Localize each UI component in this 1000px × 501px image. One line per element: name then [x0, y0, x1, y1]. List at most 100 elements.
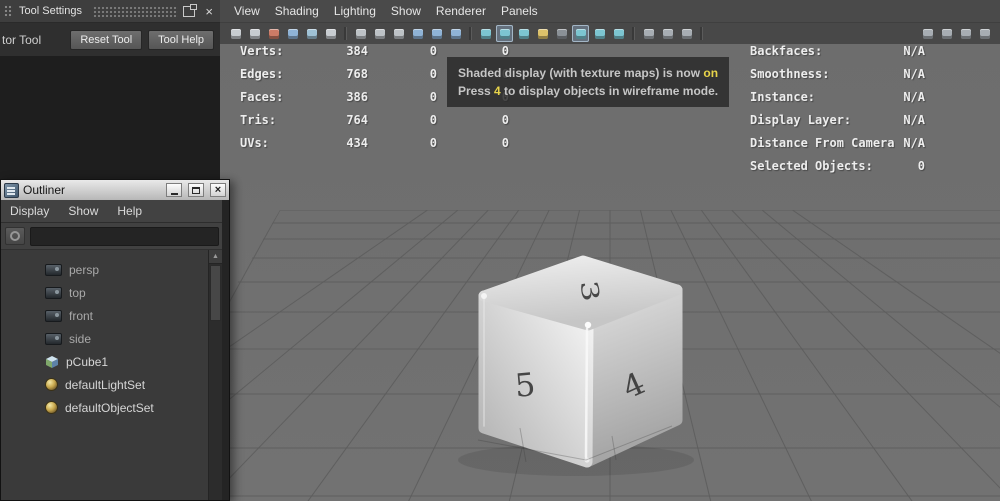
xray-joints-icon-glyph: [663, 29, 673, 39]
poly-cube-icon: [45, 355, 59, 369]
menu-lighting[interactable]: Lighting: [334, 4, 376, 18]
motion-blur-icon[interactable]: [591, 25, 608, 42]
minimize-icon: [171, 193, 178, 195]
screen-space-ao-icon[interactable]: [572, 25, 589, 42]
hud-row-tris: Tris: 764 0 0: [240, 113, 509, 136]
motion-blur-icon-glyph: [595, 29, 605, 39]
bookmark-icon[interactable]: [284, 25, 301, 42]
set-sphere-icon: [45, 401, 58, 414]
outliner-item-defaultobjectset[interactable]: defaultObjectSet: [1, 396, 229, 419]
menu-panels[interactable]: Panels: [501, 4, 538, 18]
use-all-lights-icon[interactable]: [534, 25, 551, 42]
scroll-up-arrow-icon[interactable]: ▲: [209, 250, 222, 264]
outliner-search-input[interactable]: [30, 227, 219, 246]
menu-display[interactable]: Display: [10, 204, 49, 218]
xray-icon[interactable]: [640, 25, 657, 42]
xray-joints-icon[interactable]: [659, 25, 676, 42]
outliner-item-defaultlightset[interactable]: defaultLightSet: [1, 373, 229, 396]
hud-row-backfaces: Backfaces: N/A: [750, 44, 925, 67]
item-label: defaultLightSet: [65, 378, 145, 392]
grease-pencil-icon[interactable]: [265, 25, 282, 42]
viewport-panel: View Shading Lighting Show Renderer Pane…: [220, 0, 1000, 501]
hud-label: Distance From Camera: [750, 136, 895, 151]
wireframe-mode-icon[interactable]: [477, 25, 494, 42]
outliner-item-top[interactable]: top: [1, 281, 229, 304]
hud-value: 0: [368, 44, 437, 67]
outliner-search-row: [1, 223, 229, 250]
outliner-item-pcube1[interactable]: pCube1: [1, 350, 229, 373]
lock-camera-icon[interactable]: [246, 25, 263, 42]
textured-mode-icon-glyph: [519, 29, 529, 39]
outliner-scrollbar[interactable]: ▲: [208, 250, 222, 500]
close-icon[interactable]: ×: [202, 5, 216, 18]
toolbar-separator: [344, 27, 347, 40]
restore-button[interactable]: [188, 183, 204, 197]
viewport-popout-icon[interactable]: [976, 25, 993, 42]
item-label: pCube1: [66, 355, 108, 369]
menu-shading[interactable]: Shading: [275, 4, 319, 18]
hud-label: Selected Objects:: [750, 159, 873, 174]
filter-icon[interactable]: [5, 227, 25, 245]
outliner-window-edge: [222, 200, 229, 500]
grid-toggle-icon[interactable]: [919, 25, 936, 42]
outliner-item-side[interactable]: side: [1, 327, 229, 350]
field-chart-icon-glyph: [413, 29, 423, 39]
outliner-item-persp[interactable]: persp: [1, 258, 229, 281]
menu-show[interactable]: Show: [68, 204, 98, 218]
film-gate-icon[interactable]: [352, 25, 369, 42]
camera-icon: [45, 333, 62, 345]
textured-mode-icon[interactable]: [515, 25, 532, 42]
poly-cube[interactable]: 3 5 4: [478, 261, 677, 463]
hud-value: 768: [310, 67, 368, 90]
xray-icon-glyph: [644, 29, 654, 39]
outliner-titlebar[interactable]: Outliner ×: [1, 180, 229, 200]
hud-label: Faces:: [240, 90, 310, 113]
menu-show[interactable]: Show: [391, 4, 421, 18]
image-plane-icon[interactable]: [303, 25, 320, 42]
viewport-toolbar: [220, 23, 1000, 45]
panel-grip-icon[interactable]: [93, 6, 178, 17]
hud-toggle-icon-glyph: [942, 29, 952, 39]
safe-title-icon[interactable]: [447, 25, 464, 42]
tool-settings-titlebar[interactable]: Tool Settings ×: [0, 0, 220, 23]
item-label: front: [69, 309, 93, 323]
menu-renderer[interactable]: Renderer: [436, 4, 486, 18]
gate-mask-icon[interactable]: [390, 25, 407, 42]
panel-grip-icon[interactable]: [4, 5, 13, 18]
reset-tool-button[interactable]: Reset Tool: [70, 30, 142, 50]
scrollbar-thumb[interactable]: [210, 265, 221, 321]
select-camera-icon[interactable]: [227, 25, 244, 42]
shaded-mode-icon[interactable]: [496, 25, 513, 42]
multisample-aa-icon[interactable]: [610, 25, 627, 42]
resolution-gate-icon[interactable]: [371, 25, 388, 42]
cube-front-edge-highlight: [586, 329, 587, 457]
hud-label: Edges:: [240, 67, 310, 90]
viewport-menubar: View Shading Lighting Show Renderer Pane…: [220, 0, 1000, 23]
outliner-item-front[interactable]: front: [1, 304, 229, 327]
hud-value: N/A: [903, 67, 925, 82]
tool-settings-header-row: tor Tool Reset Tool Tool Help: [0, 23, 220, 57]
menu-help[interactable]: Help: [117, 204, 142, 218]
menu-view[interactable]: View: [234, 4, 260, 18]
object-details-icon[interactable]: [957, 25, 974, 42]
minimize-button[interactable]: [166, 183, 182, 197]
close-button[interactable]: ×: [210, 183, 226, 197]
cube-corner-highlight: [585, 322, 591, 328]
hud-row-smoothness: Smoothness: N/A: [750, 67, 925, 90]
pan-zoom-icon[interactable]: [322, 25, 339, 42]
field-chart-icon[interactable]: [409, 25, 426, 42]
tool-settings-content: [0, 56, 220, 180]
shaded-mode-icon-glyph: [500, 29, 510, 39]
hud-value: 0: [368, 113, 437, 136]
float-panel-icon[interactable]: [183, 6, 195, 17]
tooltip-text: to display objects in wireframe mode.: [501, 84, 718, 98]
tool-help-button[interactable]: Tool Help: [148, 30, 214, 50]
isolate-select-icon[interactable]: [678, 25, 695, 42]
hud-toggle-icon[interactable]: [938, 25, 955, 42]
cube-corner-highlight: [481, 293, 487, 299]
safe-action-icon[interactable]: [428, 25, 445, 42]
shadows-icon[interactable]: [553, 25, 570, 42]
wireframe-mode-icon-glyph: [481, 29, 491, 39]
hud-value: 0: [368, 136, 437, 159]
outliner-window-icon: [4, 183, 19, 198]
